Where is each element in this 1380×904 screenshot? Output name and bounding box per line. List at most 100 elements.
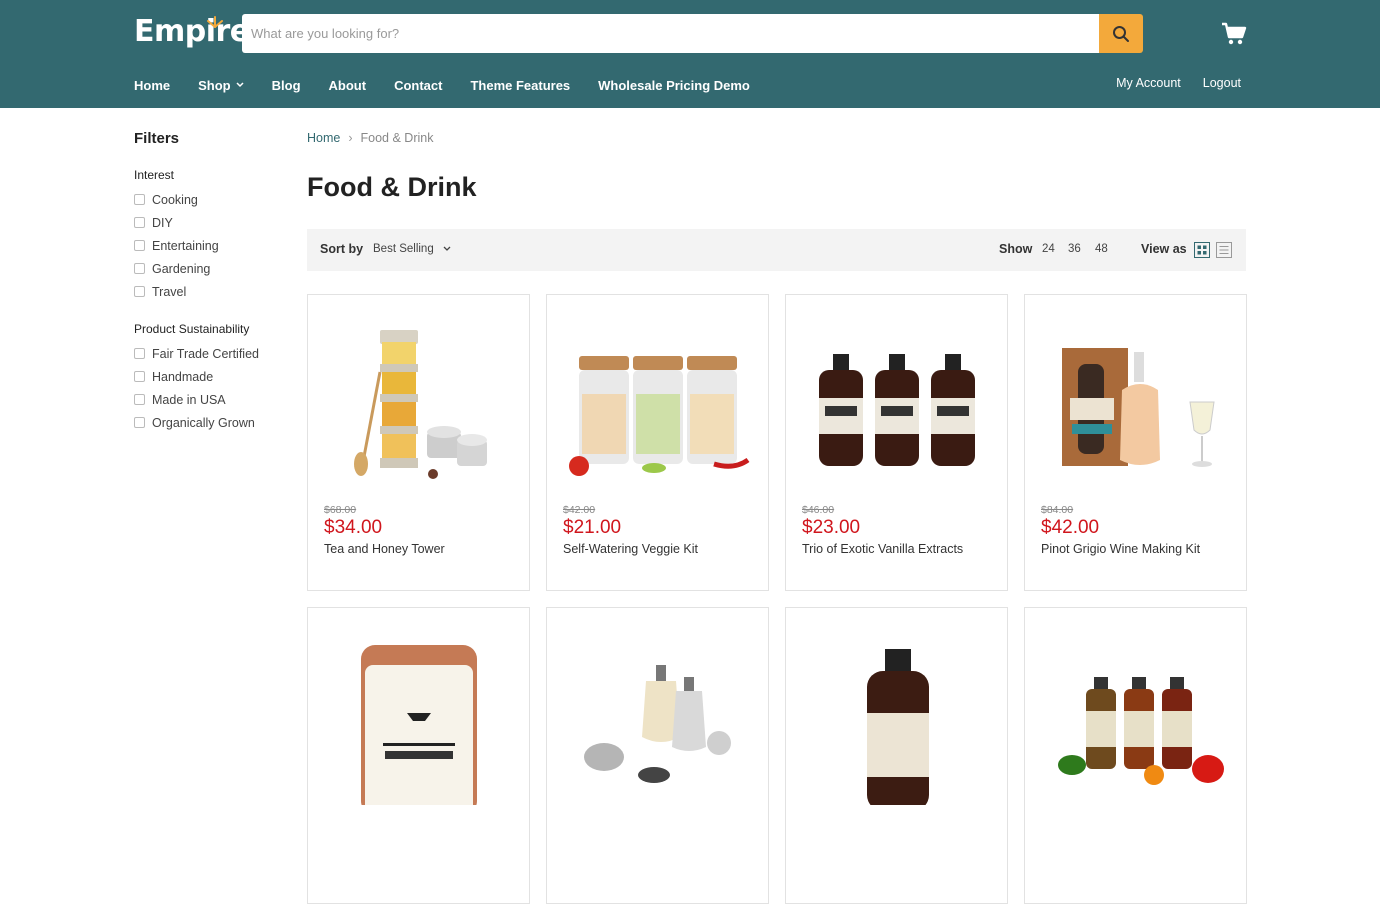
checkbox[interactable] xyxy=(134,286,145,297)
filter-option-label: Travel xyxy=(152,284,187,299)
show-24-option[interactable]: 24 xyxy=(1042,243,1055,255)
checkbox[interactable] xyxy=(134,417,145,428)
sale-price: $42.00 xyxy=(1041,517,1100,538)
product-title[interactable]: Trio of Exotic Vanilla Extracts xyxy=(802,542,963,556)
nav-wholesale-label: Wholesale Pricing Demo xyxy=(598,77,750,93)
cart-icon[interactable] xyxy=(1221,21,1247,47)
list-view-icon[interactable] xyxy=(1216,242,1232,258)
product-card[interactable] xyxy=(546,607,769,904)
filter-option-label: Gardening xyxy=(152,261,211,276)
main-nav: Home Shop Blog About Contact Theme Featu… xyxy=(134,76,778,94)
product-card[interactable]: $46.00 $23.00 Trio of Exotic Vanilla Ext… xyxy=(785,294,1008,591)
filters-title: Filters xyxy=(134,130,180,147)
nav-contact[interactable]: Contact xyxy=(394,78,442,93)
nav-shop[interactable]: Shop xyxy=(198,78,244,93)
filter-group-title: Interest xyxy=(134,168,175,182)
compare-at-price: $68.00 xyxy=(324,504,357,516)
compare-at-price: $46.00 xyxy=(802,504,835,516)
page-title: Food & Drink xyxy=(307,172,477,202)
search-bar xyxy=(242,14,1100,53)
nav-blog[interactable]: Blog xyxy=(272,78,301,93)
cocktail-kit-tin-image xyxy=(361,645,477,805)
sort-label: Sort by xyxy=(320,242,364,256)
filter-option-handmade[interactable]: Handmade xyxy=(134,365,284,388)
filter-option-travel[interactable]: Travel xyxy=(134,280,284,303)
compare-at-price: $42.00 xyxy=(563,504,596,516)
infusion-bottles-kit-image xyxy=(584,665,731,783)
nav-theme-features[interactable]: Theme Features xyxy=(470,78,570,93)
logo[interactable]: Empire xyxy=(134,14,250,49)
filter-option-label: Cooking xyxy=(152,192,198,207)
logo-sun-icon xyxy=(207,16,223,28)
show-48-option[interactable]: 48 xyxy=(1095,243,1108,255)
my-account-link[interactable]: My Account xyxy=(1116,76,1181,90)
breadcrumb-current: Food & Drink xyxy=(360,131,434,145)
filter-option-label: Organically Grown xyxy=(152,415,255,430)
filter-option-cooking[interactable]: Cooking xyxy=(134,188,284,211)
amber-bottle-image xyxy=(867,649,929,805)
sale-price: $21.00 xyxy=(563,517,622,538)
filter-option-label: Handmade xyxy=(152,369,214,384)
site-header: Empire Home Shop Blog About Contact Them… xyxy=(0,0,1380,108)
vanilla-bottles-image xyxy=(819,354,975,466)
logout-link[interactable]: Logout xyxy=(1203,76,1241,90)
breadcrumb-home[interactable]: Home xyxy=(307,131,340,145)
product-card[interactable]: $68.00 $34.00 Tea and Honey Tower xyxy=(307,294,530,591)
account-nav: My Account Logout xyxy=(1094,76,1241,90)
checkbox[interactable] xyxy=(134,348,145,359)
product-title[interactable]: Pinot Grigio Wine Making Kit xyxy=(1041,542,1200,556)
filter-option-organically-grown[interactable]: Organically Grown xyxy=(134,411,284,434)
wine-kit-image xyxy=(1062,348,1215,467)
checkbox[interactable] xyxy=(134,240,145,251)
filter-option-label: DIY xyxy=(152,215,173,230)
product-card[interactable] xyxy=(1024,607,1247,904)
product-card[interactable] xyxy=(785,607,1008,904)
product-title[interactable]: Tea and Honey Tower xyxy=(324,542,445,556)
breadcrumb: Home › Food & Drink xyxy=(307,131,433,145)
veggie-seed-jars-image xyxy=(569,356,750,476)
chevron-down-icon xyxy=(236,82,244,88)
search-button[interactable] xyxy=(1099,14,1143,53)
breadcrumb-separator: › xyxy=(348,131,353,145)
checkbox[interactable] xyxy=(134,194,145,205)
nav-home[interactable]: Home xyxy=(134,78,170,93)
nav-theme-features-label: Theme Features xyxy=(470,77,571,93)
sale-price: $34.00 xyxy=(324,517,383,538)
show-36-option[interactable]: 36 xyxy=(1068,243,1081,255)
filter-option-diy[interactable]: DIY xyxy=(134,211,284,234)
nav-contact-label: Contact xyxy=(394,77,443,93)
honey-jars-tower-image xyxy=(354,330,487,479)
filter-option-gardening[interactable]: Gardening xyxy=(134,257,284,280)
filter-group-title: Product Sustainability xyxy=(134,322,250,336)
filter-option-made-in-usa[interactable]: Made in USA xyxy=(134,388,284,411)
filter-group-sustainability: Product Sustainability Fair Trade Certif… xyxy=(134,322,284,434)
nav-shop-label: Shop xyxy=(198,77,231,93)
sale-price: $23.00 xyxy=(802,517,861,538)
nav-home-label: Home xyxy=(134,77,171,93)
filter-option-entertaining[interactable]: Entertaining xyxy=(134,234,284,257)
compare-at-price: $84.00 xyxy=(1041,504,1074,516)
sort-select[interactable]: Best Selling xyxy=(373,243,451,255)
nav-blog-label: Blog xyxy=(271,77,301,93)
checkbox[interactable] xyxy=(134,371,145,382)
product-card[interactable]: $42.00 $21.00 Self-Watering Veggie Kit xyxy=(546,294,769,591)
product-card[interactable]: $84.00 $42.00 Pinot Grigio Wine Making K… xyxy=(1024,294,1247,591)
product-card[interactable] xyxy=(307,607,530,904)
checkbox[interactable] xyxy=(134,263,145,274)
filter-option-fair-trade[interactable]: Fair Trade Certified xyxy=(134,342,284,365)
nav-about[interactable]: About xyxy=(329,78,367,93)
product-title[interactable]: Self-Watering Veggie Kit xyxy=(563,542,698,556)
show-label: Show xyxy=(999,242,1033,256)
filter-option-label: Entertaining xyxy=(152,238,219,253)
hot-sauce-bottles-image xyxy=(1058,677,1224,785)
checkbox[interactable] xyxy=(134,394,145,405)
filter-group-interest: Interest Cooking DIY Entertaining Garden… xyxy=(134,168,284,303)
search-icon xyxy=(1113,25,1129,42)
nav-wholesale-pricing-demo[interactable]: Wholesale Pricing Demo xyxy=(598,78,750,93)
search-input[interactable] xyxy=(242,14,1100,53)
nav-about-label: About xyxy=(328,77,367,93)
checkbox[interactable] xyxy=(134,217,145,228)
grid-view-icon[interactable] xyxy=(1194,242,1210,258)
collection-toolbar: Sort by Best Selling Show 24 36 48 View … xyxy=(307,229,1246,271)
sort-value: Best Selling xyxy=(373,243,434,255)
